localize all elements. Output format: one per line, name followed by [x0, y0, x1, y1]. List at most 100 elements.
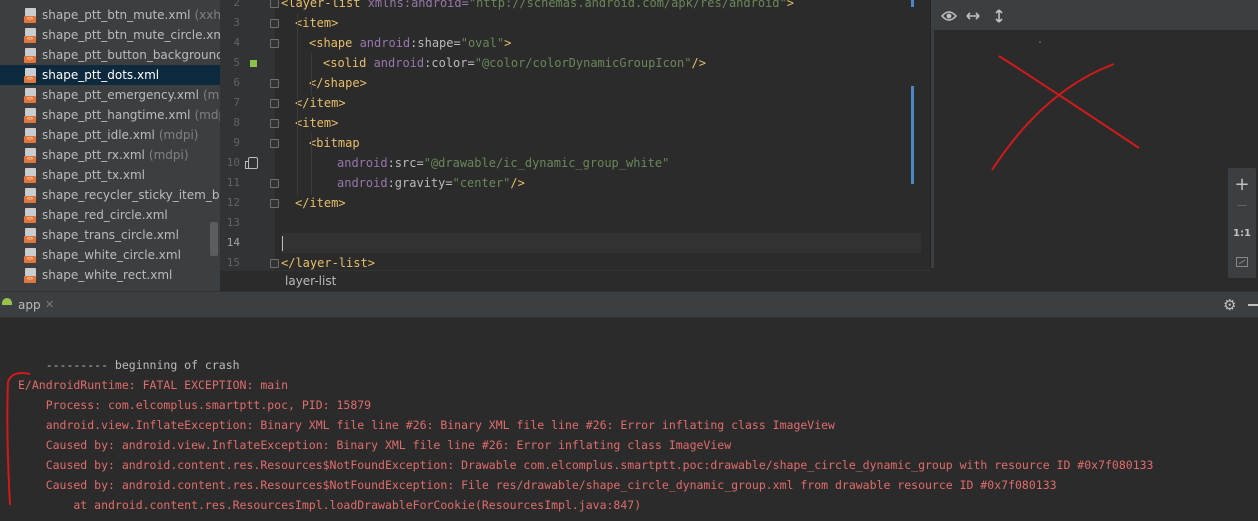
breadcrumb[interactable]: layer-list	[285, 274, 336, 288]
code-token: "oval"	[460, 36, 505, 50]
line-number: 4	[233, 36, 240, 49]
zoom-in-button[interactable]: +	[1228, 174, 1256, 195]
xml-file-icon: <>	[24, 7, 38, 23]
zoom-actual-size-button[interactable]: 1:1	[1228, 228, 1256, 239]
tree-item[interactable]: <> shape_ptt_btn_mute.xml(xxhdpi)	[0, 5, 220, 25]
fold-marker[interactable]	[270, 79, 279, 88]
console-line[interactable]: E/AndroidRuntime: FATAL EXCEPTION: main	[18, 375, 288, 395]
line-number: 6	[233, 76, 240, 89]
code-area[interactable]: <layer-list xmlns:android="http://schema…	[281, 0, 921, 270]
fold-marker[interactable]	[270, 119, 279, 128]
xml-file-icon: <>	[24, 147, 38, 163]
fold-marker[interactable]	[270, 199, 279, 208]
code-line[interactable]: <solid android:color="@color/colorDynami…	[323, 53, 706, 73]
tree-item[interactable]: <> shape_ptt_tx.xml	[0, 165, 220, 185]
tree-item[interactable]: <> shape_white_rect.xml	[0, 265, 220, 285]
code-token: android	[373, 56, 425, 70]
tree-item[interactable]: <> shape_ptt_rx.xml (mdpi)	[0, 145, 220, 165]
breadcrumb-bar: layer-list	[220, 270, 930, 291]
code-editor[interactable]: 2 3 4 5 6 7 8 9 10 11 12 13 14 15 <layer-list xmlns:a…	[220, 0, 930, 291]
code-line[interactable]: <item>	[295, 13, 338, 33]
code-token: >	[786, 0, 794, 10]
fit-width-icon[interactable]	[964, 7, 982, 25]
scroll-marker-top	[911, 0, 914, 7]
fold-marker[interactable]	[270, 39, 279, 48]
minimize-icon[interactable]	[1248, 304, 1258, 306]
tree-item[interactable]: <> shape_ptt_button_background.xml	[0, 45, 220, 65]
code-line[interactable]: </item>	[295, 193, 346, 213]
code-line[interactable]: </shape>	[309, 73, 367, 93]
xml-file-icon: <>	[24, 227, 38, 243]
editor-scrollbar[interactable]	[911, 86, 914, 184]
console-line[interactable]: at android.content.res.ResourcesImpl.loa…	[18, 495, 641, 515]
tree-item-label: shape_ptt_rx.xml	[42, 148, 145, 162]
tree-item[interactable]: <> shape_ptt_idle.xml (mdpi)	[0, 125, 220, 145]
tree-item-label: shape_ptt_hangtime.xml	[42, 108, 191, 122]
zoom-controls: + — 1:1	[1228, 168, 1256, 278]
editor-gutter: 2 3 4 5 6 7 8 9 10 11 12 13 14 15	[220, 0, 279, 270]
code-token: </item>	[295, 96, 346, 110]
tree-item-label: shape_red_circle.xml	[42, 208, 168, 222]
xml-file-icon: <>	[24, 267, 38, 283]
fold-marker[interactable]	[270, 179, 279, 188]
tree-item[interactable]: <> shape_ptt_btn_mute_circle.xml	[0, 25, 220, 45]
zoom-out-button[interactable]: —	[1228, 200, 1256, 211]
fold-marker[interactable]	[270, 0, 279, 8]
fit-screen-icon[interactable]	[1228, 252, 1256, 271]
fold-marker[interactable]	[270, 139, 279, 148]
code-token: "@color/colorDynamicGroupIcon"	[474, 56, 692, 70]
xml-file-icon: <>	[24, 127, 38, 143]
tree-item[interactable]: <> shape_trans_circle.xml	[0, 225, 220, 245]
run-console[interactable]: --------- beginning of crash E/AndroidRun…	[0, 318, 1258, 521]
tree-item[interactable]: <> shape_red_circle.xml	[0, 205, 220, 225]
tree-item-qualifier: (mdpi)	[202, 88, 220, 102]
fold-marker[interactable]	[270, 259, 279, 268]
tree-item-qualifier: (mdpi)	[148, 148, 189, 162]
console-line[interactable]: Caused by: android.view.InflateException…	[18, 435, 731, 455]
code-line[interactable]: <layer-list xmlns:android="http://schema…	[281, 0, 794, 13]
tree-scrollbar[interactable]	[210, 222, 218, 256]
color-swatch[interactable]	[250, 60, 257, 67]
tree-item[interactable]: <> shape_ptt_dots.xml	[0, 65, 220, 85]
fit-height-icon[interactable]	[990, 7, 1008, 25]
line-number: 5	[233, 56, 240, 69]
eye-icon[interactable]	[940, 7, 958, 25]
tree-item-qualifier: (mdpi)	[158, 128, 199, 142]
tree-item[interactable]: <> shape_white_circle.xml	[0, 245, 220, 265]
fold-marker[interactable]	[270, 99, 279, 108]
code-token: <bitmap	[309, 136, 360, 150]
code-line[interactable]: <shape android:shape="oval">	[309, 33, 511, 53]
code-token: <layer-list	[281, 0, 368, 10]
code-line[interactable]: </layer-list>	[281, 253, 375, 270]
project-tree: <> shape_ptt_btn_mute.xml(xxhdpi) <> shape_…	[0, 0, 220, 291]
line-number: 14	[226, 236, 240, 249]
console-line[interactable]: Caused by: android.content.res.Resources…	[18, 475, 1057, 495]
code-token: />	[510, 176, 525, 190]
code-token: android=	[411, 0, 469, 10]
code-line[interactable]: android:src="@drawable/ic_dynamic_group_…	[337, 153, 669, 173]
tree-item[interactable]: <> shape_ptt_hangtime.xml(mdpi)	[0, 105, 220, 125]
tree-item-label: shape_ptt_emergency.xml	[42, 88, 199, 102]
tree-item[interactable]: <> shape_recycler_sticky_item_background.…	[0, 185, 220, 205]
fold-marker[interactable]	[270, 19, 279, 28]
gear-icon[interactable]: ⚙	[1223, 296, 1236, 314]
drawable-preview-icon[interactable]	[245, 157, 258, 169]
tree-item-qualifier: (xxhdpi)	[194, 8, 221, 22]
close-icon[interactable]: ✕	[45, 298, 54, 311]
console-line[interactable]: android.view.InflateException: Binary XM…	[18, 415, 835, 435]
console-line[interactable]: Process: com.elcomplus.smartptt.poc, PID…	[18, 395, 371, 415]
tree-item-qualifier: (mdpi)	[194, 108, 220, 122]
line-number: 12	[226, 196, 240, 209]
console-line[interactable]: Caused by: android.content.res.Resources…	[18, 455, 1154, 475]
line-number: 2	[233, 0, 240, 9]
code-line[interactable]: <bitmap	[309, 133, 360, 153]
code-line[interactable]: </item>	[295, 93, 346, 113]
xml-file-icon: <>	[24, 67, 38, 83]
tree-item-label: shape_ptt_idle.xml	[42, 128, 155, 142]
run-tab-app[interactable]: app ✕	[0, 292, 60, 318]
tree-item[interactable]: <> shape_ptt_emergency.xml(mdpi)	[0, 85, 220, 105]
line-number: 9	[233, 136, 240, 149]
code-line[interactable]: <item>	[295, 113, 338, 133]
code-line[interactable]: android:gravity="center"/>	[337, 173, 525, 193]
console-line[interactable]: --------- beginning of crash	[18, 355, 240, 375]
